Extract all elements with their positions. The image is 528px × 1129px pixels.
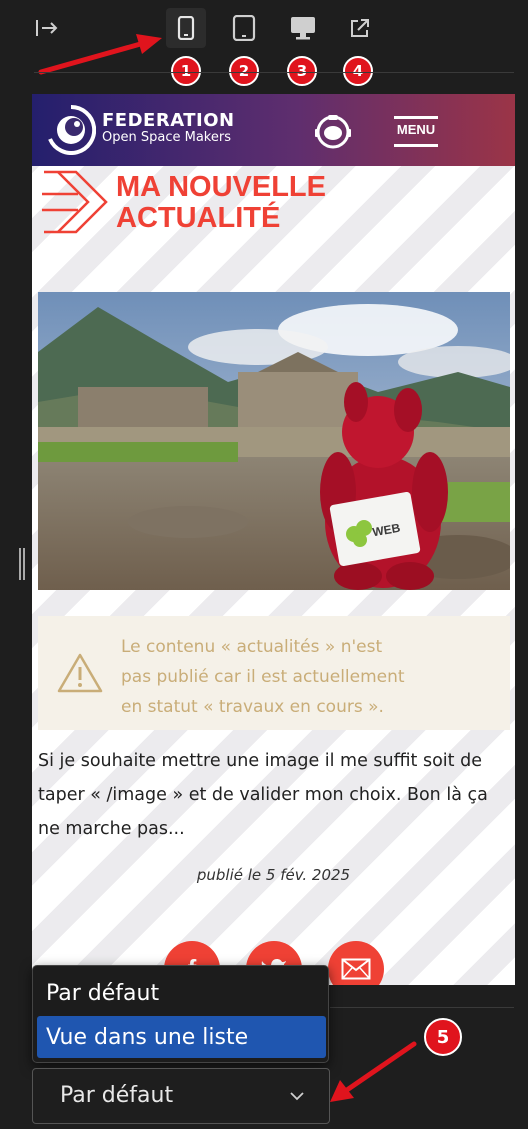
article-image: WEB (38, 292, 510, 590)
display-select[interactable]: Par défaut (32, 1068, 330, 1124)
annotation-badge-3: 3 (287, 56, 317, 86)
display-select-value: Par défaut (60, 1083, 174, 1108)
annotation-badge-1: 1 (171, 56, 201, 86)
tablet-icon (232, 15, 256, 41)
brand-name: FEDERATION (102, 110, 235, 131)
article-title-line2: ACTUALITÉ (116, 202, 281, 234)
device-tablet-button[interactable] (224, 8, 264, 48)
monitor-icon (291, 17, 315, 40)
warning-line-2: pas publié car il est actuellement (121, 667, 405, 687)
brand-tagline: Open Space Makers (102, 130, 231, 145)
chevron-down-icon (290, 1092, 304, 1101)
mobile-preview-frame: FEDERATION Open Space Makers MENU MA NOU… (32, 94, 515, 985)
email-icon (341, 958, 371, 980)
bottom-divider (330, 1007, 514, 1008)
astronaut-helmet-icon[interactable] (313, 113, 353, 149)
site-header: FEDERATION Open Space Makers MENU (32, 94, 515, 166)
published-date: publié le 5 fév. 2025 (196, 866, 351, 884)
machu-picchu-photo: WEB (38, 292, 510, 590)
federation-logo-icon (48, 105, 96, 155)
warning-triangle-icon (57, 653, 103, 693)
open-external-button[interactable] (340, 8, 380, 48)
dropdown-option-default[interactable]: Par défaut (37, 972, 326, 1014)
device-mobile-button[interactable] (166, 8, 206, 48)
warning-notice: Le contenu « actualités » n'est pas publ… (38, 616, 510, 730)
annotation-badge-4: 4 (343, 56, 373, 86)
article-title: MA NOUVELLE ACTUALITÉ (116, 172, 416, 234)
annotation-arrow-bottom (330, 1041, 417, 1102)
warning-line-1: Le contenu « actualités » n'est (121, 637, 383, 657)
title-arrow-icon (42, 170, 108, 234)
dropdown-option-list-view[interactable]: Vue dans une liste (37, 1016, 326, 1058)
menu-button[interactable]: MENU (394, 116, 440, 148)
toolbar-divider (34, 72, 514, 73)
article-body-text: Si je souhaite mettre une image il me su… (38, 751, 488, 839)
article-title-line1: MA NOUVELLE (116, 171, 326, 203)
smartphone-icon (177, 16, 195, 40)
device-desktop-button[interactable] (283, 8, 323, 48)
external-link-icon (351, 19, 369, 37)
warning-line-3: en statut « travaux en cours ». (121, 697, 384, 717)
share-email-button[interactable] (328, 941, 384, 985)
warning-text: Le contenu « actualités » n'est pas publ… (121, 632, 461, 722)
resize-handle[interactable] (18, 548, 26, 580)
annotation-badge-5: 5 (424, 1018, 462, 1056)
annotation-badge-2: 2 (229, 56, 259, 86)
display-options-menu: Par défaut Vue dans une liste (32, 965, 329, 1063)
menu-label: MENU (396, 122, 436, 137)
